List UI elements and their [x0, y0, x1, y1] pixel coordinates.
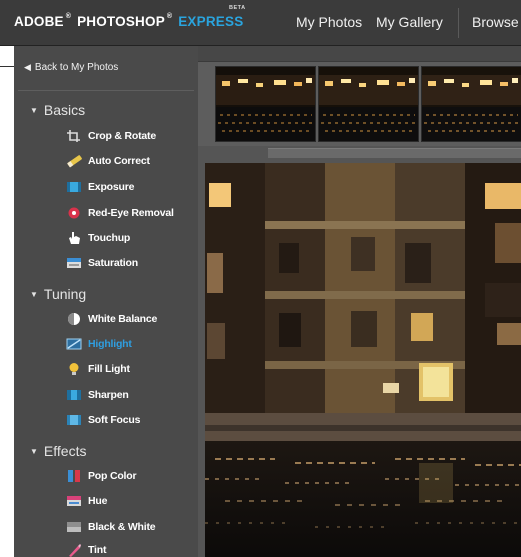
tint-icon [66, 543, 82, 557]
variation-thumbnail[interactable] [421, 66, 521, 142]
tool-touchup[interactable]: Touchup [66, 229, 130, 247]
section-title: Basics [43, 102, 86, 118]
tool-soft-focus[interactable]: Soft Focus [66, 411, 140, 429]
editor-toolbar [198, 46, 521, 62]
tool-highlight[interactable]: Highlight [66, 335, 132, 353]
tool-label: Crop & Rotate [88, 130, 156, 142]
section-effects[interactable]: ▼ Effects [30, 443, 86, 459]
highlight-icon [66, 337, 82, 351]
red-eye-icon [66, 206, 82, 220]
variation-slider-track[interactable] [268, 148, 521, 158]
black-white-icon [66, 520, 82, 534]
tool-white-balance[interactable]: White Balance [66, 310, 157, 328]
brand-express: EXPRESS [178, 14, 244, 29]
saturation-icon [66, 256, 82, 270]
back-label: Back to My Photos [34, 62, 119, 73]
hue-icon [66, 494, 82, 508]
tool-saturation[interactable]: Saturation [66, 254, 138, 272]
tool-exposure[interactable]: Exposure [66, 178, 134, 196]
wand-icon [66, 154, 82, 168]
brand-adobe: ADOBE [14, 14, 64, 29]
expand-triangle-icon: ▼ [30, 105, 38, 115]
tool-label: Highlight [88, 338, 132, 350]
tool-label: Tint [88, 544, 107, 556]
tool-sharpen[interactable]: Sharpen [66, 386, 129, 404]
section-basics[interactable]: ▼ Basics [30, 102, 85, 118]
tool-label: White Balance [88, 313, 158, 325]
tool-label: Exposure [88, 181, 135, 193]
tool-label: Saturation [88, 257, 138, 269]
tool-label: Sharpen [88, 389, 129, 401]
back-to-photos-link[interactable]: ◀ Back to My Photos [24, 62, 118, 73]
tool-label: Touchup [88, 232, 131, 244]
expand-triangle-icon: ▼ [30, 446, 38, 456]
tool-hue[interactable]: Hue [66, 492, 107, 510]
tool-label: Red-Eye Removal [88, 207, 174, 219]
tool-pop-color[interactable]: Pop Color [66, 467, 137, 485]
nav-divider [458, 8, 459, 38]
exposure-icon [66, 180, 82, 194]
tool-crop-rotate[interactable]: Crop & Rotate [66, 127, 156, 145]
section-title: Effects [43, 443, 87, 459]
tool-tint[interactable]: Tint [66, 541, 106, 557]
variation-thumbnail[interactable] [318, 66, 419, 142]
sidebar-divider [18, 90, 194, 91]
variation-thumbnail[interactable] [215, 66, 316, 142]
tool-label: Fill Light [88, 363, 130, 375]
tool-label: Hue [88, 495, 108, 507]
tool-fill-light[interactable]: Fill Light [66, 360, 130, 378]
tool-label: Pop Color [88, 470, 137, 482]
hand-icon [66, 231, 82, 245]
nav-my-gallery[interactable]: My Gallery [376, 14, 443, 30]
soft-focus-icon [66, 413, 82, 427]
app-logo[interactable]: ADOBE ® PHOTOSHOP ® EXPRESS [14, 13, 244, 29]
pop-color-icon [66, 469, 82, 483]
tool-label: Auto Correct [88, 155, 150, 167]
tool-red-eye-removal[interactable]: Red-Eye Removal [66, 204, 174, 222]
registered-mark: ® [65, 13, 72, 20]
photo-preview [205, 163, 521, 557]
brand-photoshop: PHOTOSHOP [77, 14, 165, 29]
white-balance-icon [66, 312, 82, 326]
beta-badge: BETA [229, 5, 246, 11]
nav-browse[interactable]: Browse [472, 14, 519, 30]
section-title: Tuning [43, 286, 87, 302]
section-tuning[interactable]: ▼ Tuning [30, 286, 86, 302]
page-margin [0, 46, 14, 557]
registered-mark: ® [166, 13, 173, 20]
tool-label: Black & White [88, 521, 156, 533]
tool-black-white[interactable]: Black & White [66, 518, 156, 536]
back-arrow-icon: ◀ [24, 62, 31, 72]
expand-triangle-icon: ▼ [30, 289, 38, 299]
crop-icon [66, 129, 82, 143]
tool-label: Soft Focus [88, 414, 141, 426]
top-bar: ADOBE ® PHOTOSHOP ® EXPRESS BETA My Photos… [0, 0, 521, 46]
sharpen-icon [66, 388, 82, 402]
tool-auto-correct[interactable]: Auto Correct [66, 152, 150, 170]
bulb-icon [66, 362, 82, 376]
nav-my-photos[interactable]: My Photos [296, 14, 362, 30]
